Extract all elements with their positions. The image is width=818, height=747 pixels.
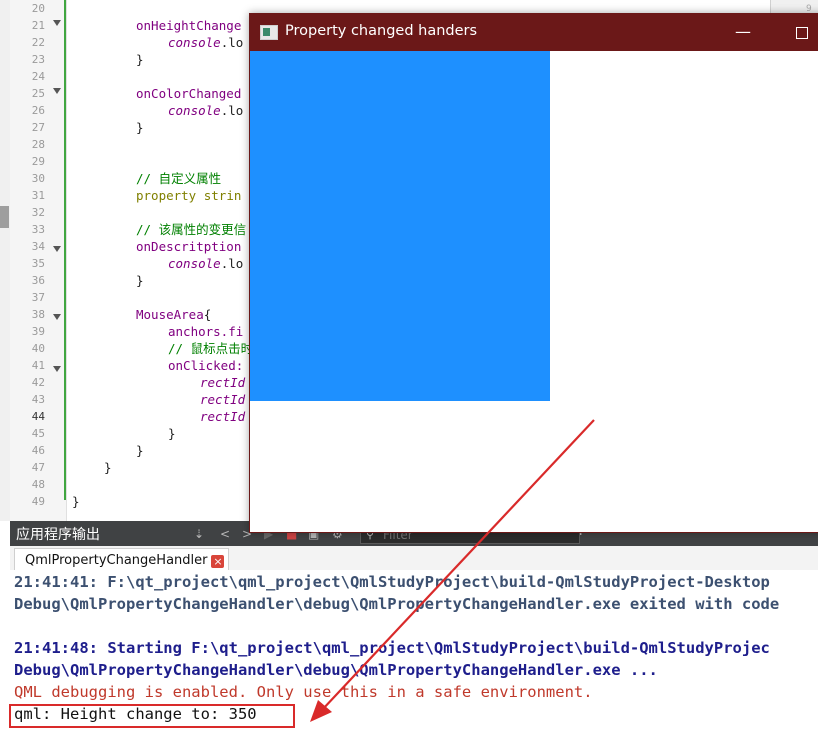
code-line-44: rectId: [200, 409, 246, 424]
line-number: 39: [31, 325, 45, 338]
maximize-icon: [796, 27, 808, 39]
line-number: 22: [31, 36, 45, 49]
code-token: .lo: [220, 256, 244, 271]
tab-qml-property-change-handler[interactable]: QmlPropertyChangeHandler ×: [14, 548, 230, 570]
code-token: MouseArea: [136, 307, 204, 322]
line-number: 33: [31, 223, 45, 236]
line-number: 45: [31, 427, 45, 440]
line-number: 21: [31, 19, 45, 32]
code-line-23: }: [136, 52, 144, 67]
line-number: 37: [31, 291, 45, 304]
line-number: 28: [31, 138, 45, 151]
line-number: 36: [31, 274, 45, 287]
line-number: 49: [31, 495, 45, 508]
line-number: 44: [31, 410, 45, 423]
code-line-26: console.lo: [168, 102, 243, 119]
qml-app-window[interactable]: Property changed handers —: [249, 13, 818, 533]
output-line: Debug\QmlPropertyChangeHandler\debug\Qml…: [14, 661, 658, 679]
window-title: Property changed handers: [285, 23, 478, 39]
app-icon: [260, 25, 278, 40]
code-line-45: }: [168, 426, 176, 441]
code-token: {: [203, 307, 212, 322]
code-line-49: }: [72, 494, 80, 509]
code-line-33: // 该属性的变更信: [136, 222, 247, 237]
output-line: 21:41:48: Starting F:\qt_project\qml_pro…: [14, 639, 770, 657]
line-number: 32: [31, 206, 45, 219]
minimize-icon: —: [735, 22, 751, 41]
output-line: QML debugging is enabled. Only use this …: [14, 683, 593, 701]
code-line-38: MouseArea{: [136, 306, 211, 323]
tab-label: QmlPropertyChangeHandler: [25, 553, 208, 568]
line-number: 47: [31, 461, 45, 474]
code-line-21: onHeightChange: [136, 18, 242, 33]
code-line-40: // 鼠标点击时: [168, 341, 254, 356]
code-line-39: anchors.fi: [168, 324, 244, 339]
line-number: 23: [31, 53, 45, 66]
code-line-43: rectId: [200, 392, 246, 407]
line-number: 30: [31, 172, 45, 185]
fold-marker-icon[interactable]: [53, 314, 61, 320]
code-line-47: }: [104, 460, 112, 475]
code-token: strin: [196, 188, 242, 203]
fold-marker-icon[interactable]: [53, 88, 61, 94]
line-number: 46: [31, 444, 45, 457]
fold-marker-icon[interactable]: [53, 366, 61, 372]
line-number: 24: [31, 70, 45, 83]
code-line-30: // 自定义属性: [136, 171, 222, 186]
minimize-button[interactable]: —: [728, 23, 758, 43]
line-number: 31: [31, 189, 45, 202]
code-line-46: }: [136, 443, 144, 458]
output-line: Debug\QmlPropertyChangeHandler\debug\Qml…: [14, 595, 780, 613]
annotation-highlight-box: [9, 704, 295, 728]
code-line-34: onDescritption: [136, 239, 242, 254]
code-token: property: [136, 188, 197, 203]
code-token: console: [168, 103, 221, 118]
line-number: 35: [31, 257, 45, 270]
code-line-41: onClicked:: [168, 358, 244, 373]
code-line-22: console.lo: [168, 34, 243, 51]
code-token: .lo: [220, 103, 244, 118]
line-number: 38: [31, 308, 45, 321]
code-token: console: [168, 256, 221, 271]
attach-icon[interactable]: ⇣: [194, 528, 204, 540]
window-client-area: [250, 51, 818, 532]
line-number: 48: [31, 478, 45, 491]
line-number: 40: [31, 342, 45, 355]
code-line-36: }: [136, 273, 144, 288]
blue-rectangle[interactable]: [250, 51, 550, 401]
line-number: 29: [31, 155, 45, 168]
code-line-35: console.lo: [168, 255, 243, 272]
prev-icon[interactable]: <: [220, 528, 230, 540]
maximize-button[interactable]: [788, 24, 818, 44]
code-line-31: property strin: [136, 187, 241, 204]
line-number: 42: [31, 376, 45, 389]
fold-marker-icon[interactable]: [53, 246, 61, 252]
code-token: .lo: [220, 35, 244, 50]
change-indicator-bar: [64, 0, 66, 500]
line-number: 26: [31, 104, 45, 117]
fold-marker-icon[interactable]: [53, 20, 61, 26]
code-token: console: [168, 35, 221, 50]
close-icon[interactable]: ×: [211, 555, 225, 568]
line-number: 34: [31, 240, 45, 253]
line-number: 43: [31, 393, 45, 406]
pane-title: 应用程序输出: [16, 527, 100, 543]
output-line: 21:41:41: F:\qt_project\qml_project\QmlS…: [14, 573, 770, 591]
line-number: 20: [31, 2, 45, 15]
output-tab-strip: QmlPropertyChangeHandler ×: [10, 546, 818, 571]
line-number: 25: [31, 87, 45, 100]
code-line-27: }: [136, 120, 144, 135]
code-line-42: rectId: [200, 375, 246, 390]
code-line-25: onColorChanged: [136, 86, 242, 101]
side-strip-marker: [0, 206, 9, 228]
window-titlebar[interactable]: Property changed handers —: [250, 14, 818, 51]
line-number: 41: [31, 359, 45, 372]
line-number: 27: [31, 121, 45, 134]
